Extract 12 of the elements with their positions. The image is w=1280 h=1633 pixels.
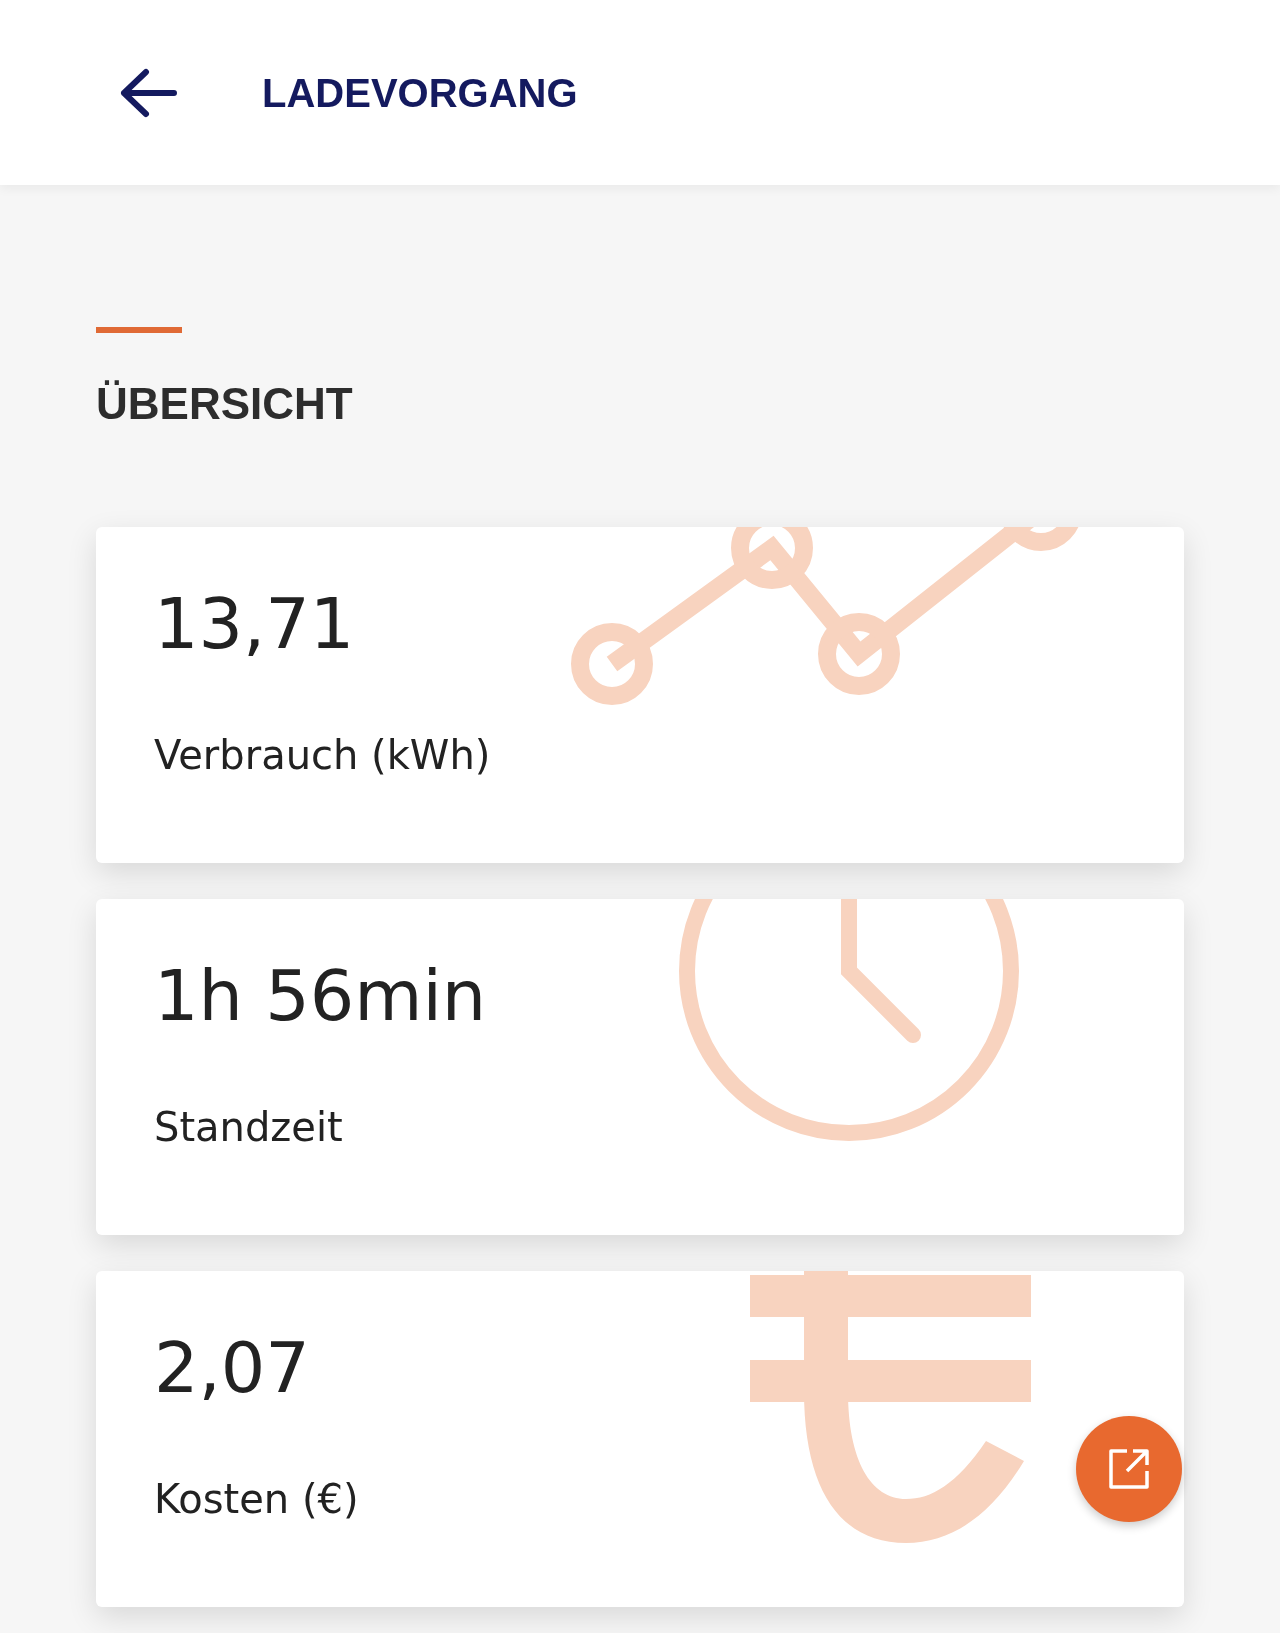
back-arrow-icon[interactable]: [118, 67, 178, 118]
section-title: ÜBERSICHT: [96, 378, 354, 430]
stat-label: Kosten (€): [154, 1479, 360, 1519]
stat-value: 1h 56min: [154, 961, 488, 1031]
external-link-icon: [1107, 1447, 1151, 1491]
stat-value: 13,71: [154, 589, 356, 659]
clock-icon: [679, 899, 1019, 1141]
page-title: LADEVORGANG: [262, 69, 578, 117]
euro-icon: [750, 1271, 1031, 1543]
stat-label: Verbrauch (kWh): [154, 735, 492, 775]
stat-label: Standzeit: [154, 1107, 344, 1147]
stat-value: 2,07: [154, 1333, 311, 1403]
